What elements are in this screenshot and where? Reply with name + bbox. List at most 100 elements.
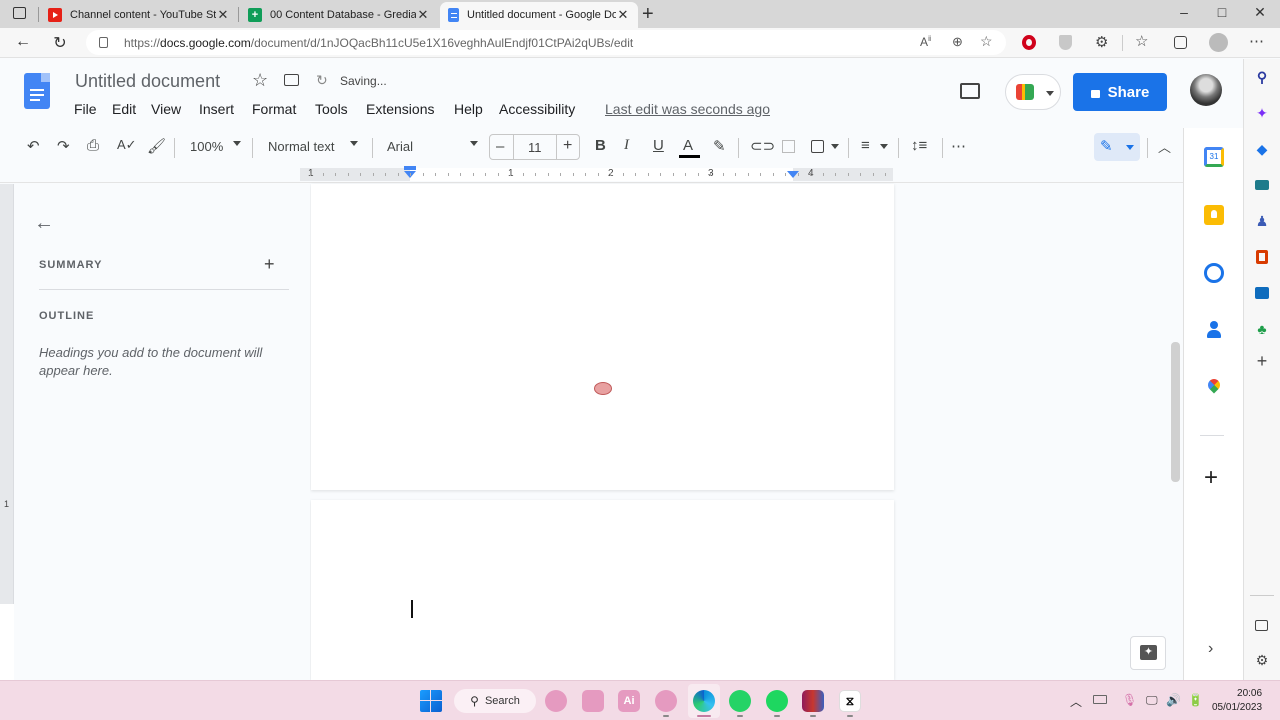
collections-icon[interactable] <box>1174 36 1187 49</box>
add-plus-icon[interactable]: + <box>1254 352 1270 370</box>
line-spacing-icon[interactable]: ↕≡ <box>911 137 927 154</box>
link-icon[interactable]: ⊂⊃ <box>750 137 775 155</box>
decrease-font-size-button[interactable]: – <box>496 138 504 155</box>
menu-view[interactable]: View <box>151 101 181 117</box>
menu-edit[interactable]: Edit <box>112 101 136 117</box>
illustrator-icon[interactable]: Ai <box>618 690 640 712</box>
paint-format-icon[interactable]: 🖌 <box>147 137 166 155</box>
hide-sidebar-icon[interactable] <box>1254 618 1270 634</box>
tab-actions-icon[interactable] <box>13 7 26 19</box>
keyboard-icon[interactable] <box>1093 695 1107 704</box>
spellcheck-icon[interactable]: A✓ <box>117 137 137 153</box>
minimize-button[interactable]: – <box>1169 4 1199 20</box>
zoom-icon[interactable]: ⊕ <box>952 34 963 50</box>
hide-menus-chevron-up-icon[interactable]: ︿ <box>1158 137 1171 156</box>
office-icon[interactable] <box>1254 249 1270 265</box>
contacts-icon[interactable] <box>1204 321 1224 341</box>
docs-logo-icon[interactable] <box>24 73 50 109</box>
menu-tools[interactable]: Tools <box>315 101 348 117</box>
vegas-icon[interactable] <box>582 690 604 712</box>
zoom-select[interactable]: 100% <box>190 139 223 154</box>
align-icon[interactable]: ≡ <box>861 137 870 154</box>
shield-icon[interactable] <box>1059 35 1072 50</box>
insert-image-icon[interactable] <box>811 140 824 153</box>
share-button[interactable]: Share <box>1073 73 1167 111</box>
tasks-icon[interactable] <box>1204 263 1224 283</box>
opera-icon[interactable] <box>1022 35 1036 50</box>
menu-extensions[interactable]: Extensions <box>366 101 434 117</box>
games-icon[interactable]: ♟ <box>1254 213 1270 229</box>
close-tab-icon[interactable]: ✕ <box>416 7 430 23</box>
tab-untitled-document[interactable]: Untitled document - Google Docs ✕ <box>440 2 638 28</box>
settings-gear-icon[interactable]: ⚙ <box>1254 652 1270 668</box>
comments-icon[interactable] <box>960 83 980 99</box>
system-clock[interactable]: 20:06 05/01/2023 <box>1212 687 1262 715</box>
first-line-indent-handle[interactable] <box>404 166 416 170</box>
edge-icon[interactable] <box>693 690 715 712</box>
close-tab-icon[interactable]: ✕ <box>616 7 630 23</box>
star-icon[interactable]: ☆ <box>252 70 268 91</box>
capcut-icon[interactable]: ⧖ <box>839 690 861 712</box>
text-color-button[interactable]: A <box>683 137 693 154</box>
close-window-button[interactable]: ✕ <box>1245 4 1275 21</box>
vertical-scrollbar[interactable] <box>1171 342 1180 482</box>
lock-icon[interactable] <box>99 37 108 48</box>
search-icon[interactable]: ⚲ <box>1254 69 1270 85</box>
account-avatar[interactable] <box>1190 74 1222 106</box>
show-side-panel-chevron-right-icon[interactable]: › <box>1208 640 1213 658</box>
more-options-button[interactable]: ⋯ <box>951 137 966 155</box>
keep-icon[interactable] <box>1204 205 1224 225</box>
print-icon[interactable]: ⎙ <box>87 137 99 154</box>
read-aloud-icon[interactable]: Aⅱ <box>920 35 931 49</box>
battery-icon[interactable]: 🔋 <box>1188 693 1203 707</box>
copilot-sparkle-icon[interactable]: ✦ <box>1254 105 1270 121</box>
menu-file[interactable]: File <box>74 101 97 117</box>
tab-content-database[interactable]: + 00 Content Database - Gredia - Google … <box>240 2 438 28</box>
obs-icon[interactable] <box>545 690 567 712</box>
close-outline-arrow-left-icon[interactable]: ← <box>34 212 54 235</box>
editing-mode-button[interactable]: ✎ <box>1094 133 1140 161</box>
back-button[interactable]: ← <box>11 33 35 51</box>
profile-icon[interactable] <box>1209 33 1228 52</box>
volume-icon[interactable]: 🔊 <box>1166 693 1181 707</box>
discord-icon[interactable] <box>655 690 677 712</box>
shopping-tag-icon[interactable]: ◆ <box>1254 141 1270 157</box>
microphone-icon[interactable]: 🎙 <box>1122 693 1137 707</box>
font-select[interactable]: Arial <box>387 139 413 154</box>
spotify-icon[interactable] <box>766 690 788 712</box>
menu-insert[interactable]: Insert <box>199 101 234 117</box>
meet-button[interactable] <box>1005 74 1061 110</box>
tree-icon[interactable]: ♣ <box>1254 321 1270 337</box>
url-field[interactable]: https://docs.google.com/document/d/1nJOQ… <box>86 30 1006 55</box>
italic-button[interactable]: I <box>624 137 629 154</box>
highlight-icon[interactable]: ✎ <box>713 137 726 155</box>
maximize-button[interactable]: □ <box>1207 4 1237 20</box>
menu-help[interactable]: Help <box>454 101 483 117</box>
last-edit-link[interactable]: Last edit was seconds ago <box>605 101 770 117</box>
refresh-button[interactable]: ↻ <box>48 33 72 53</box>
increase-font-size-button[interactable]: + <box>563 137 572 155</box>
font-size-input[interactable]: 11 <box>528 140 542 155</box>
maps-icon[interactable] <box>1204 376 1224 399</box>
explore-button[interactable]: ✦ <box>1130 636 1166 670</box>
windows-start-icon[interactable] <box>420 690 442 712</box>
underline-button[interactable]: U <box>653 137 664 154</box>
menu-accessibility[interactable]: Accessibility <box>499 101 575 117</box>
close-tab-icon[interactable]: ✕ <box>216 7 230 23</box>
document-page[interactable] <box>311 500 894 680</box>
show-hidden-icons-chevron-up-icon[interactable]: ︿ <box>1070 693 1082 710</box>
tab-youtube-studio[interactable]: Channel content - YouTube Studio ✕ <box>40 2 238 28</box>
outlook-icon[interactable] <box>1254 285 1270 301</box>
document-page[interactable] <box>311 184 894 490</box>
new-tab-button[interactable]: + <box>642 3 654 26</box>
favorite-add-icon[interactable]: ☆ <box>980 33 993 50</box>
menu-format[interactable]: Format <box>252 101 296 117</box>
paragraph-style-select[interactable]: Normal text <box>268 139 334 154</box>
redo-icon[interactable]: ↷ <box>57 137 70 155</box>
bold-button[interactable]: B <box>595 137 606 154</box>
calendar-icon[interactable]: 31 <box>1204 147 1224 167</box>
tools-briefcase-icon[interactable] <box>1254 177 1270 193</box>
undo-icon[interactable]: ↶ <box>27 137 40 155</box>
network-icon[interactable]: 🖵 <box>1146 693 1158 708</box>
add-summary-plus-icon[interactable]: + <box>264 254 275 275</box>
